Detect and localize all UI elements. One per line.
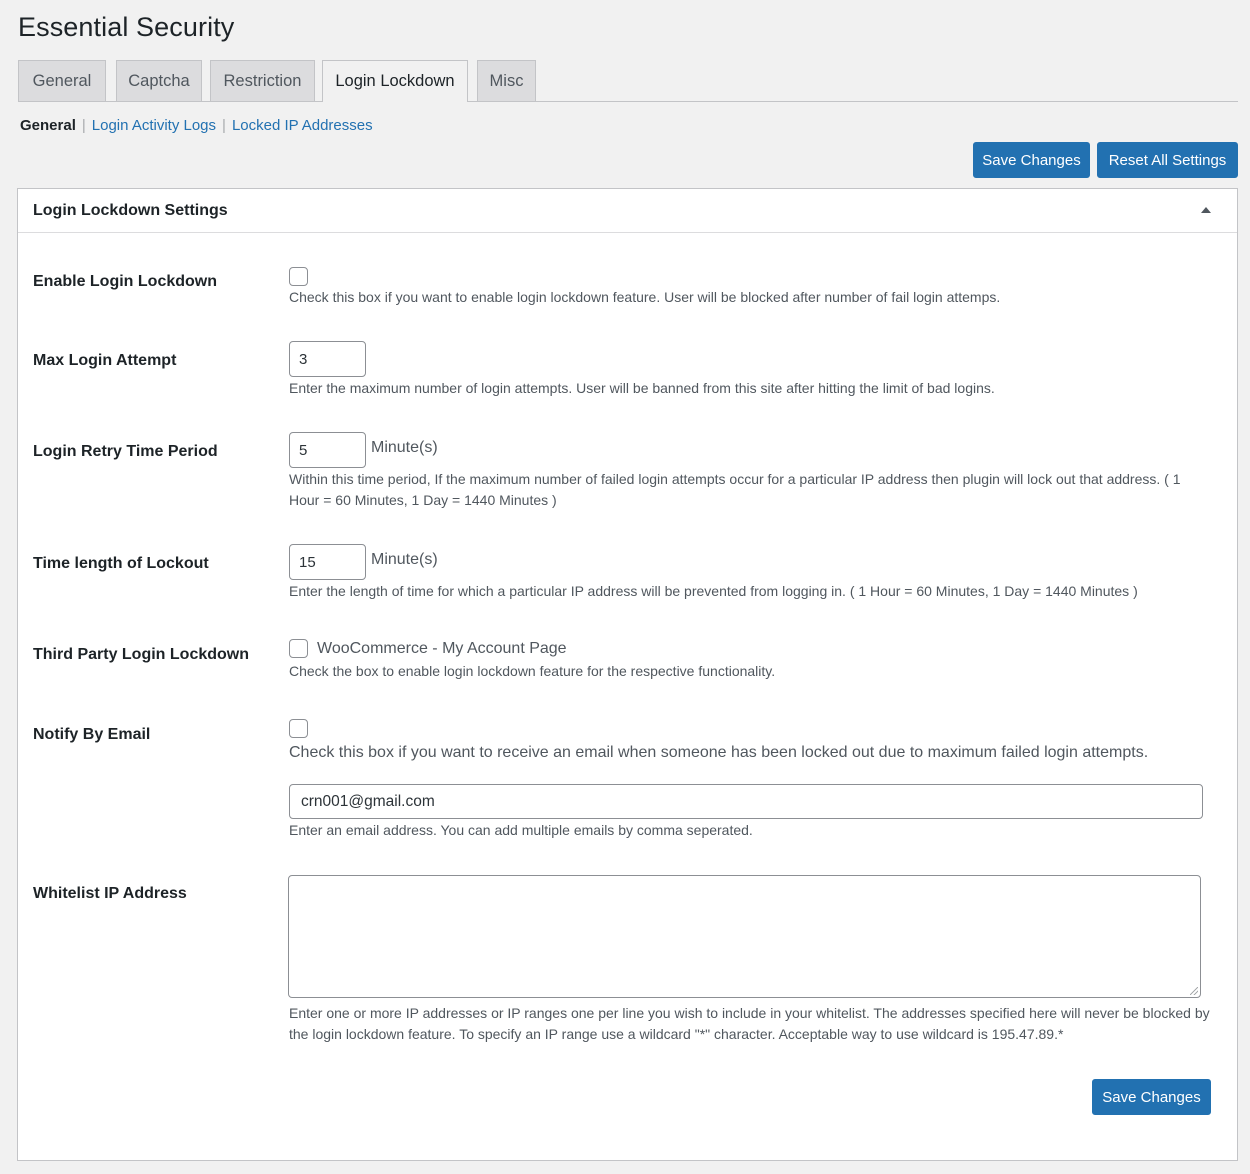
panel-header[interactable]: Login Lockdown Settings (18, 189, 1237, 233)
time-length-of-lockout-input[interactable]: 15 (289, 544, 366, 580)
subnav-locked-ip-addresses[interactable]: Locked IP Addresses (232, 117, 373, 134)
subnav-separator: | (222, 117, 226, 134)
subnav-general[interactable]: General (20, 117, 76, 134)
bottom-save-changes-button[interactable]: Save Changes (1092, 1079, 1211, 1115)
woocommerce-option-label[interactable]: WooCommerce - My Account Page (317, 640, 567, 658)
login-retry-time-period-input[interactable]: 5 (289, 432, 366, 468)
reset-all-settings-button[interactable]: Reset All Settings (1097, 142, 1238, 178)
lockout-length-unit: Minute(s) (371, 551, 438, 568)
email-field-description: Enter an email address. You can add mult… (289, 822, 753, 838)
subnav-login-activity-logs[interactable]: Login Activity Logs (92, 117, 216, 134)
page-title: Essential Security (18, 12, 235, 42)
whitelist-ip-textarea[interactable] (288, 875, 1201, 998)
tab-general[interactable]: General (18, 60, 106, 101)
panel-title: Login Lockdown Settings (33, 202, 228, 219)
third-party-login-lockdown-description: Check the box to enable login lockdown f… (289, 663, 776, 679)
enable-login-lockdown-checkbox[interactable] (289, 267, 308, 286)
time-length-of-lockout-description: Enter the length of time for which a par… (289, 583, 1138, 599)
tab-restriction[interactable]: Restriction (210, 60, 315, 101)
max-login-attempt-label: Max Login Attempt (33, 352, 177, 369)
whitelist-ip-address-label: Whitelist IP Address (33, 885, 187, 902)
login-retry-time-period-description: Within this time period, If the maximum … (289, 471, 1181, 508)
third-party-login-lockdown-label: Third Party Login Lockdown (33, 646, 249, 663)
subnav: General | Login Activity Logs | Locked IP Ad… (20, 117, 373, 134)
enable-login-lockdown-description: Check this box if you want to enable log… (289, 289, 1001, 305)
resize-handle-icon[interactable] (1190, 987, 1198, 995)
tab-bar: General Captcha Restriction Login Lockdo… (18, 60, 1238, 102)
triangle-up-icon[interactable] (1201, 207, 1211, 213)
time-length-of-lockout-label: Time length of Lockout (33, 555, 209, 572)
login-lockdown-settings-panel: Login Lockdown Settings Enable Login Loc… (17, 188, 1238, 1161)
notify-by-email-description: Check this box if you want to receive an… (289, 744, 1149, 761)
tab-login-lockdown[interactable]: Login Lockdown (322, 60, 468, 102)
enable-login-lockdown-label: Enable Login Lockdown (33, 273, 217, 290)
save-changes-button[interactable]: Save Changes (973, 142, 1090, 178)
notify-by-email-checkbox[interactable] (289, 719, 308, 738)
max-login-attempt-input[interactable]: 3 (289, 341, 366, 377)
whitelist-ip-address-description: Enter one or more IP addresses or IP ran… (289, 1005, 1210, 1042)
subnav-separator: | (81, 117, 86, 134)
tab-misc[interactable]: Misc (477, 60, 536, 101)
login-retry-time-period-label: Login Retry Time Period (33, 443, 218, 460)
tab-captcha[interactable]: Captcha (116, 60, 202, 101)
max-login-attempt-description: Enter the maximum number of login attemp… (289, 380, 995, 396)
notify-by-email-label: Notify By Email (33, 726, 151, 743)
woocommerce-checkbox[interactable] (289, 639, 308, 658)
email-field[interactable]: crn001@gmail.com (289, 784, 1203, 819)
login-retry-unit: Minute(s) (371, 439, 438, 456)
